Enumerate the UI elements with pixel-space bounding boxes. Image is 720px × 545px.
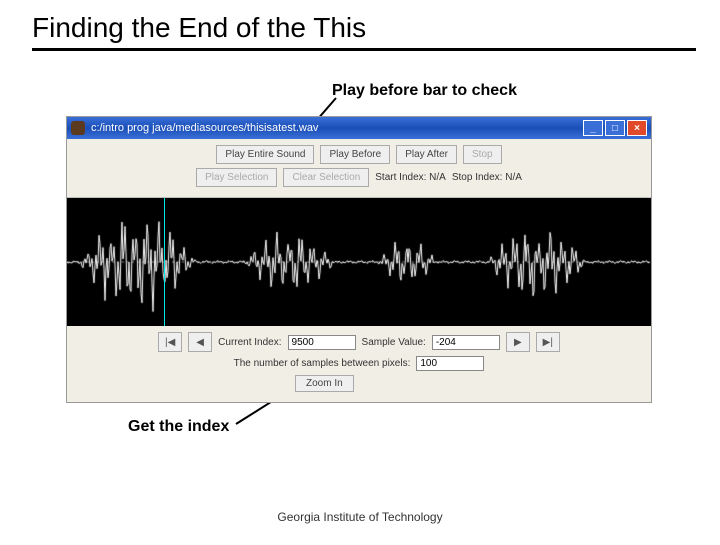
top-toolbar: Play Entire Sound Play Before Play After…: [67, 139, 651, 198]
waveform-cursor[interactable]: [164, 198, 165, 326]
java-icon: [71, 121, 85, 135]
slide-footer: Georgia Institute of Technology: [0, 510, 720, 524]
first-index-button[interactable]: |◀: [158, 332, 182, 352]
sample-value-field[interactable]: [432, 335, 500, 350]
last-index-button[interactable]: ▶|: [536, 332, 560, 352]
stop-button[interactable]: Stop: [463, 145, 502, 164]
stop-index-label: Stop Index: N/A: [452, 172, 522, 183]
zoom-in-button[interactable]: Zoom In: [295, 375, 354, 392]
play-entire-sound-button[interactable]: Play Entire Sound: [216, 145, 314, 164]
sample-value-label: Sample Value:: [362, 337, 426, 348]
slide-title: Finding the End of the This: [0, 0, 720, 48]
start-index-label: Start Index: N/A: [375, 172, 446, 183]
waveform-canvas[interactable]: [67, 198, 651, 326]
play-before-button[interactable]: Play Before: [320, 145, 390, 164]
sound-explorer-window: c:/intro prog java/mediasources/thisisat…: [66, 116, 652, 403]
waveform-panel[interactable]: [67, 198, 651, 326]
samples-between-field[interactable]: [416, 356, 484, 371]
callout-play-before: Play before bar to check: [332, 82, 517, 100]
title-underline: [32, 48, 696, 51]
bottom-toolbar: |◀ ◀ Current Index: Sample Value: ▶ ▶| T…: [67, 326, 651, 402]
current-index-label: Current Index:: [218, 337, 281, 348]
window-title: c:/intro prog java/mediasources/thisisat…: [91, 122, 318, 134]
close-button[interactable]: ×: [627, 120, 647, 136]
clear-selection-button[interactable]: Clear Selection: [283, 168, 369, 187]
window-titlebar: c:/intro prog java/mediasources/thisisat…: [67, 117, 651, 139]
next-index-button[interactable]: ▶: [506, 332, 530, 352]
maximize-button[interactable]: □: [605, 120, 625, 136]
minimize-button[interactable]: _: [583, 120, 603, 136]
play-selection-button[interactable]: Play Selection: [196, 168, 277, 187]
callout-get-index: Get the index: [128, 418, 229, 436]
samples-between-label: The number of samples between pixels:: [234, 358, 411, 369]
play-after-button[interactable]: Play After: [396, 145, 457, 164]
prev-index-button[interactable]: ◀: [188, 332, 212, 352]
current-index-field[interactable]: [288, 335, 356, 350]
